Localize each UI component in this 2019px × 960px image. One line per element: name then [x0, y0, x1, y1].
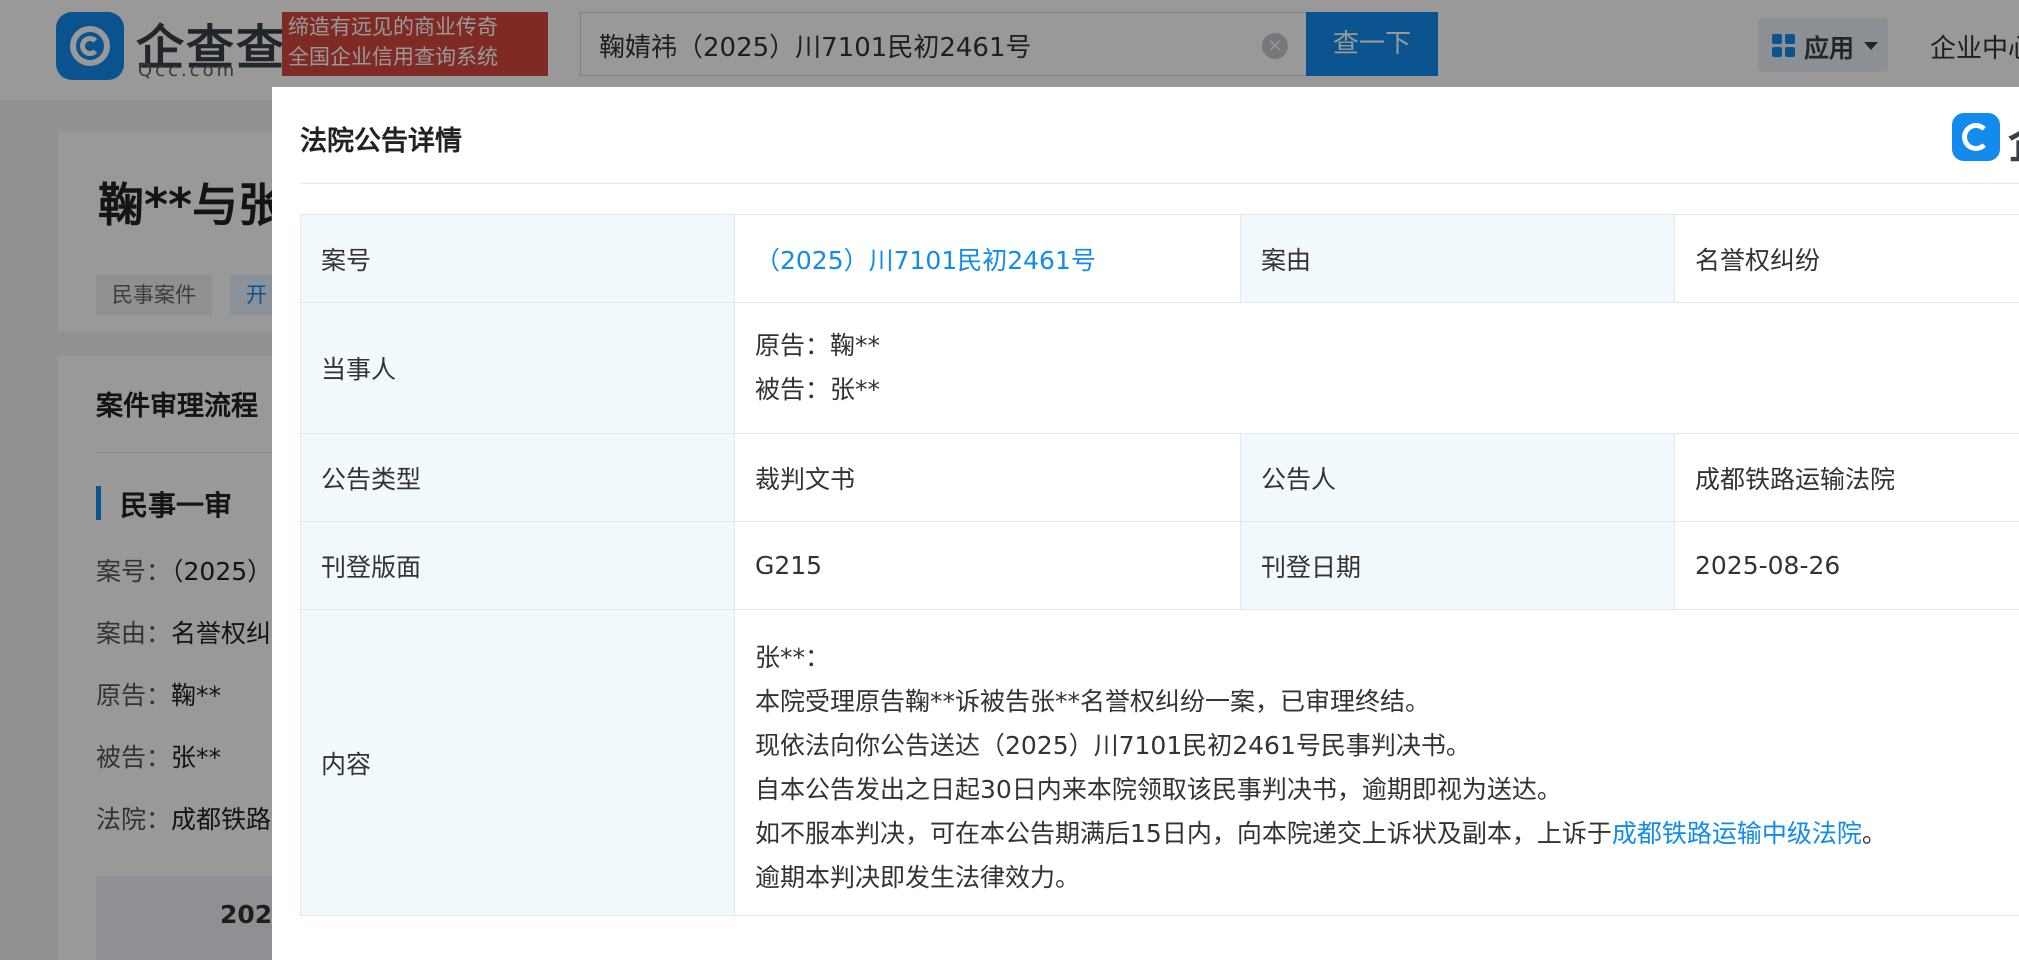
content-line: 张**：	[755, 642, 831, 672]
modal-logo-text: 企	[2008, 107, 2019, 171]
notice-type-label: 公告类型	[300, 433, 735, 522]
date-label: 刊登日期	[1240, 521, 1675, 610]
page-value: G215	[734, 521, 1241, 610]
party-label: 当事人	[300, 302, 735, 434]
content-value: 张**： 本院受理原告鞠**诉被告张**名誉权纠纷一案，已审理终结。 现依法向你…	[734, 609, 2019, 916]
page-label: 刊登版面	[300, 521, 735, 610]
modal-title: 法院公告详情	[300, 126, 462, 157]
content-line: 现依法向你公告送达（2025）川7101民初2461号民事判决书。	[755, 730, 1471, 760]
notice-detail-table: 案号 （2025）川7101民初2461号 案由 名誉权纠纷 当事人 原告：鞠*…	[300, 214, 2019, 916]
announcer-value: 成都铁路运输法院	[1674, 433, 2019, 522]
appeal-court-link[interactable]: 成都铁路运输中级法院	[1612, 819, 1862, 848]
table-row: 当事人 原告：鞠** 被告：张**	[300, 302, 2019, 434]
notice-type-value: 裁判文书	[734, 433, 1241, 522]
cause-value: 名誉权纠纷	[1674, 214, 2019, 303]
date-value: 2025-08-26	[1674, 521, 2019, 610]
qcc-logo-icon	[1952, 113, 2000, 161]
announcer-label: 公告人	[1240, 433, 1675, 522]
defendant-text: 被告：张**	[755, 375, 881, 404]
table-row: 内容 张**： 本院受理原告鞠**诉被告张**名誉权纠纷一案，已审理终结。 现依…	[300, 609, 2019, 916]
content-line: 逾期本判决即发生法律效力。	[755, 862, 1081, 892]
content-line: 自本公告发出之日起30日内来本院领取该民事判决书，逾期即视为送达。	[755, 774, 1562, 804]
case-no-label: 案号	[300, 214, 735, 303]
court-notice-modal: 法院公告详情 企 案号 （2025）川7101民初2461号 案由 名誉权纠纷 …	[272, 87, 2019, 960]
plaintiff-text: 原告：鞠**	[755, 331, 881, 360]
content-line: 本院受理原告鞠**诉被告张**名誉权纠纷一案，已审理终结。	[755, 686, 1431, 716]
table-row: 刊登版面 G215 刊登日期 2025-08-26	[300, 521, 2019, 610]
cause-label: 案由	[1240, 214, 1675, 303]
content-line: 如不服本判决，可在本公告期满后15日内，向本院递交上诉状及副本，上诉于成都铁路运…	[755, 818, 1887, 848]
divider	[300, 183, 2019, 184]
table-row: 公告类型 裁判文书 公告人 成都铁路运输法院	[300, 433, 2019, 522]
content-label: 内容	[300, 609, 735, 916]
table-row: 案号 （2025）川7101民初2461号 案由 名誉权纠纷	[300, 214, 2019, 303]
case-no-link[interactable]: （2025）川7101民初2461号	[734, 214, 1241, 303]
party-value: 原告：鞠** 被告：张**	[734, 302, 2019, 434]
